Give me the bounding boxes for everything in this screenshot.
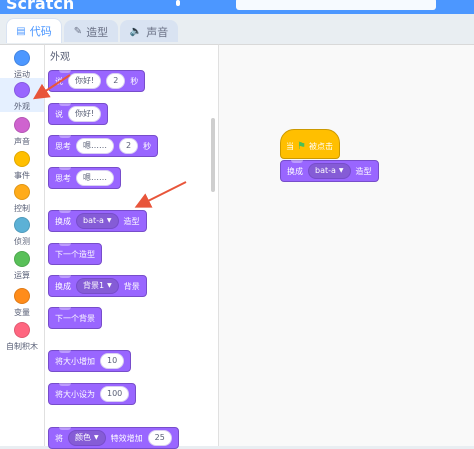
operators-category-icon <box>14 251 30 267</box>
next-backdrop-block[interactable]: 下一个背景 <box>48 307 102 329</box>
menu-bar: Scratch <box>0 0 474 14</box>
change-effect-block[interactable]: 将 颜色 ▼ 特效增加 25 <box>48 427 179 449</box>
code-icon: ▤ <box>16 25 26 37</box>
message-input[interactable]: 嗯…… <box>76 170 114 186</box>
tab-costumes[interactable]: ✎ 造型 <box>64 20 118 42</box>
size-input[interactable]: 10 <box>100 353 125 369</box>
secs-input[interactable]: 2 <box>106 73 126 89</box>
dropdown-value: 背景1 <box>83 281 105 290</box>
block-text: 思考 <box>55 173 71 183</box>
code-workspace[interactable] <box>219 44 474 446</box>
block-text: 下一个背景 <box>55 313 95 323</box>
events-category-icon <box>14 151 30 167</box>
brush-icon: ✎ <box>73 26 83 37</box>
category-label: 声音 <box>14 137 30 146</box>
category-looks[interactable]: 外观 <box>0 78 44 112</box>
looks-category-icon <box>14 82 30 98</box>
palette-section-title: 外观 <box>50 52 70 63</box>
category-variables[interactable]: 变量 <box>0 288 44 318</box>
when-flag-clicked-block[interactable]: 当 ⚑ 被点击 <box>280 129 340 159</box>
block-text: 将大小设为 <box>55 389 95 399</box>
editor-tabs: ▤ 代码 ✎ 造型 🔈 声音 <box>0 14 474 44</box>
message-input[interactable]: 嗯…… <box>76 138 114 154</box>
speaker-icon: 🔈 <box>129 26 143 37</box>
message-input[interactable]: 你好! <box>68 73 102 89</box>
control-category-icon <box>14 184 30 200</box>
costume-dropdown[interactable]: bat-a ▼ <box>76 213 119 229</box>
workspace-switch-costume-block[interactable]: 换成 bat-a ▼ 造型 <box>280 160 379 182</box>
say-block[interactable]: 说 你好! <box>48 103 109 125</box>
tab-code-label: 代码 <box>29 25 52 38</box>
dropdown-value: bat-a <box>315 166 336 175</box>
secs-input[interactable]: 2 <box>119 138 139 154</box>
block-text: 思考 <box>55 141 71 151</box>
category-label: 变量 <box>14 308 30 317</box>
block-text: 换成 <box>55 281 71 291</box>
switch-costume-block[interactable]: 换成 bat-a ▼ 造型 <box>48 210 147 232</box>
category-sensing[interactable]: 侦测 <box>0 217 44 247</box>
tab-code[interactable]: ▤ 代码 <box>6 18 62 43</box>
block-text: 造型 <box>123 216 140 226</box>
message-input[interactable]: 你好! <box>68 106 102 122</box>
block-text: 将 <box>55 433 63 443</box>
category-operators[interactable]: 运算 <box>0 251 44 281</box>
size-input[interactable]: 100 <box>100 386 130 402</box>
category-label: 外观 <box>14 102 30 111</box>
next-costume-block[interactable]: 下一个造型 <box>48 243 102 265</box>
say-for-secs-block[interactable]: 说 你好! 2 秒 <box>48 70 146 92</box>
block-text: 背景 <box>123 281 140 291</box>
menu-divider-icon <box>176 0 180 6</box>
green-flag-icon: ⚑ <box>297 141 306 152</box>
block-text: 秒 <box>130 76 139 86</box>
think-for-secs-block[interactable]: 思考 嗯…… 2 秒 <box>48 135 159 157</box>
block-text: 下一个造型 <box>55 249 95 259</box>
effect-dropdown[interactable]: 颜色 ▼ <box>68 430 106 446</box>
motion-category-icon <box>14 50 30 66</box>
chevron-down-icon: ▼ <box>94 434 99 441</box>
costume-dropdown[interactable]: bat-a ▼ <box>308 163 351 179</box>
variables-category-icon <box>14 288 30 304</box>
block-text: 秒 <box>143 141 152 151</box>
category-label: 侦测 <box>14 237 30 246</box>
category-label: 控制 <box>14 204 30 213</box>
sensing-category-icon <box>14 217 30 233</box>
category-label: 运算 <box>14 271 30 280</box>
block-text: 换成 <box>55 216 71 226</box>
category-control[interactable]: 控制 <box>0 184 44 214</box>
block-text: 造型 <box>355 166 372 176</box>
category-label: 事件 <box>14 171 30 180</box>
block-text: 说 <box>55 109 63 119</box>
dropdown-value: 颜色 <box>75 433 91 442</box>
scratch-logo[interactable]: Scratch <box>6 0 74 13</box>
block-text: 说 <box>55 76 63 86</box>
block-text: 当 <box>286 142 294 151</box>
backdrop-dropdown[interactable]: 背景1 ▼ <box>76 278 119 294</box>
effect-value-input[interactable]: 25 <box>147 430 172 446</box>
think-block[interactable]: 思考 嗯…… <box>48 167 121 189</box>
category-events[interactable]: 事件 <box>0 151 44 181</box>
set-size-block[interactable]: 将大小设为 100 <box>48 383 137 405</box>
category-label: 自制积木 <box>6 342 38 351</box>
sound-category-icon <box>14 117 30 133</box>
tab-sounds-label: 声音 <box>146 25 169 39</box>
switch-backdrop-block[interactable]: 换成 背景1 ▼ 背景 <box>48 275 147 297</box>
block-text: 特效增加 <box>110 433 143 443</box>
block-text: 被点击 <box>308 142 333 151</box>
tab-costumes-label: 造型 <box>86 25 109 39</box>
tab-sounds[interactable]: 🔈 声音 <box>120 20 178 42</box>
palette-scrollbar[interactable] <box>211 118 215 192</box>
block-text: 换成 <box>287 166 303 176</box>
category-motion[interactable]: 运动 <box>0 50 44 80</box>
change-size-block[interactable]: 将大小增加 10 <box>48 350 132 372</box>
chevron-down-icon: ▼ <box>338 167 344 174</box>
chevron-down-icon: ▼ <box>106 217 112 224</box>
my-blocks-category-icon <box>14 322 30 338</box>
chevron-down-icon: ▼ <box>107 282 112 289</box>
block-text: 将大小增加 <box>55 356 95 366</box>
dropdown-value: bat-a <box>83 216 104 225</box>
project-title-input[interactable] <box>236 0 436 10</box>
category-my-blocks[interactable]: 自制积木 <box>0 322 44 352</box>
category-sound[interactable]: 声音 <box>0 117 44 147</box>
